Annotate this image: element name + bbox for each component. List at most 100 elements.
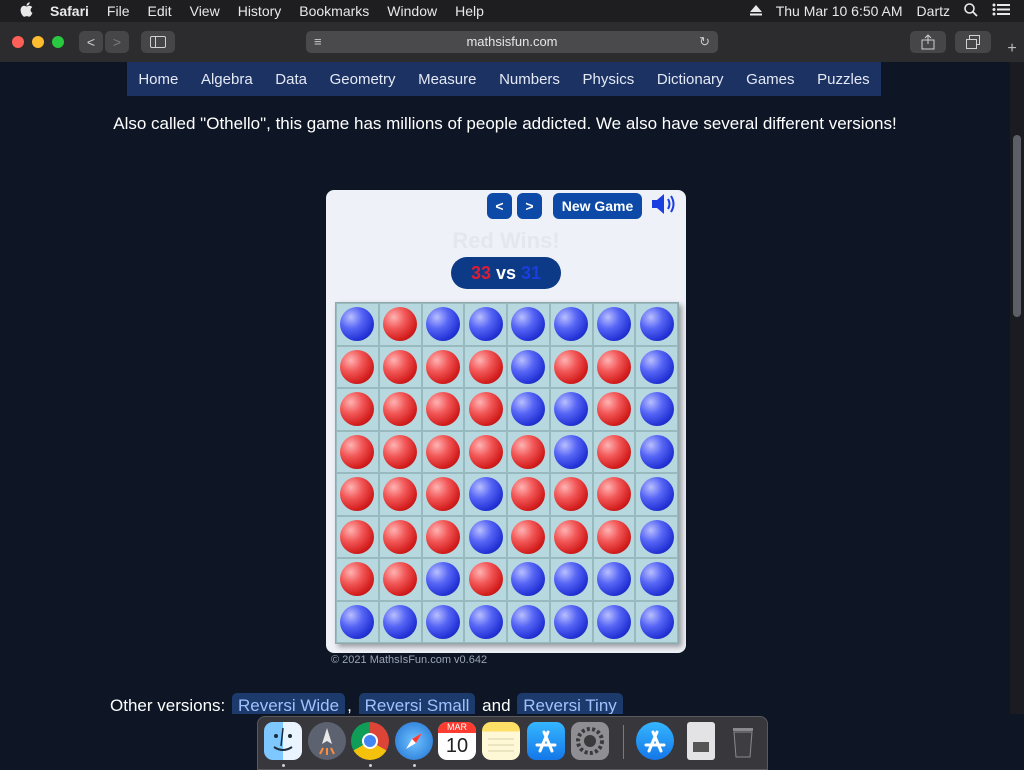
board-cell[interactable] bbox=[507, 345, 550, 388]
board-cell[interactable] bbox=[592, 600, 636, 643]
board-cell[interactable] bbox=[592, 430, 636, 473]
board-cell[interactable] bbox=[336, 303, 379, 346]
sidebar-toggle-button[interactable] bbox=[141, 31, 175, 53]
page-scrollbar-thumb[interactable] bbox=[1013, 135, 1021, 317]
board-cell[interactable] bbox=[549, 345, 593, 388]
reader-view-icon[interactable]: ≡ bbox=[314, 31, 322, 53]
next-move-button[interactable]: > bbox=[517, 193, 542, 219]
link-reversi-tiny[interactable]: Reversi Tiny bbox=[517, 693, 623, 714]
nav-numbers[interactable]: Numbers bbox=[499, 71, 560, 88]
prev-move-button[interactable]: < bbox=[487, 193, 512, 219]
board-cell[interactable] bbox=[592, 303, 636, 346]
menu-help[interactable]: Help bbox=[455, 3, 484, 19]
speaker-icon[interactable] bbox=[650, 192, 680, 216]
board-cell[interactable] bbox=[635, 600, 678, 643]
notification-center-icon[interactable] bbox=[992, 3, 1010, 19]
board-cell[interactable] bbox=[378, 430, 422, 473]
menu-edit[interactable]: Edit bbox=[147, 3, 171, 19]
finder-icon[interactable] bbox=[264, 722, 302, 760]
board-cell[interactable] bbox=[464, 430, 507, 473]
board-cell[interactable] bbox=[549, 430, 593, 473]
reload-icon[interactable]: ↻ bbox=[699, 31, 710, 53]
board-cell[interactable] bbox=[635, 515, 678, 558]
board-cell[interactable] bbox=[421, 303, 465, 346]
eject-icon[interactable] bbox=[749, 3, 762, 19]
new-game-button[interactable]: New Game bbox=[553, 193, 642, 219]
board-cell[interactable] bbox=[336, 473, 379, 516]
board-cell[interactable] bbox=[592, 558, 636, 601]
board-cell[interactable] bbox=[635, 473, 678, 516]
zoom-window-button[interactable] bbox=[52, 36, 64, 48]
board-cell[interactable] bbox=[336, 388, 379, 431]
downloads-icon[interactable] bbox=[636, 722, 674, 760]
nav-puzzles[interactable]: Puzzles bbox=[817, 71, 870, 88]
board-cell[interactable] bbox=[464, 388, 507, 431]
board-cell[interactable] bbox=[549, 388, 593, 431]
board-cell[interactable] bbox=[378, 558, 422, 601]
documents-icon[interactable] bbox=[687, 722, 715, 760]
chrome-icon[interactable] bbox=[351, 722, 389, 760]
board-cell[interactable] bbox=[464, 303, 507, 346]
share-button[interactable] bbox=[910, 31, 946, 53]
board-cell[interactable] bbox=[592, 345, 636, 388]
nav-games[interactable]: Games bbox=[746, 71, 794, 88]
board-cell[interactable] bbox=[635, 345, 678, 388]
tab-overview-button[interactable] bbox=[955, 31, 991, 53]
board-cell[interactable] bbox=[592, 388, 636, 431]
board-cell[interactable] bbox=[507, 600, 550, 643]
board-cell[interactable] bbox=[464, 558, 507, 601]
board-cell[interactable] bbox=[549, 473, 593, 516]
board-cell[interactable] bbox=[549, 515, 593, 558]
trash-icon[interactable] bbox=[724, 722, 762, 760]
link-reversi-wide[interactable]: Reversi Wide bbox=[232, 693, 346, 714]
board-cell[interactable] bbox=[378, 388, 422, 431]
menu-user[interactable]: Dartz bbox=[917, 3, 950, 19]
minimize-window-button[interactable] bbox=[32, 36, 44, 48]
back-button[interactable]: < bbox=[79, 31, 103, 53]
board-cell[interactable] bbox=[592, 515, 636, 558]
board-cell[interactable] bbox=[549, 303, 593, 346]
nav-home[interactable]: Home bbox=[138, 71, 178, 88]
nav-algebra[interactable]: Algebra bbox=[201, 71, 253, 88]
notes-icon[interactable] bbox=[482, 722, 520, 760]
board-cell[interactable] bbox=[592, 473, 636, 516]
board-cell[interactable] bbox=[635, 303, 678, 346]
board-cell[interactable] bbox=[378, 303, 422, 346]
board-cell[interactable] bbox=[378, 473, 422, 516]
address-bar[interactable]: ≡ mathsisfun.com ↻ bbox=[306, 31, 718, 53]
board-cell[interactable] bbox=[421, 388, 465, 431]
board-cell[interactable] bbox=[421, 345, 465, 388]
board-cell[interactable] bbox=[549, 558, 593, 601]
board-cell[interactable] bbox=[378, 515, 422, 558]
board-cell[interactable] bbox=[635, 558, 678, 601]
board-cell[interactable] bbox=[421, 515, 465, 558]
board-cell[interactable] bbox=[464, 473, 507, 516]
nav-measure[interactable]: Measure bbox=[418, 71, 476, 88]
board-cell[interactable] bbox=[635, 430, 678, 473]
board-cell[interactable] bbox=[635, 388, 678, 431]
launchpad-icon[interactable] bbox=[308, 722, 346, 760]
board-cell[interactable] bbox=[336, 600, 379, 643]
link-reversi-small[interactable]: Reversi Small bbox=[358, 693, 476, 714]
board-cell[interactable] bbox=[464, 600, 507, 643]
nav-physics[interactable]: Physics bbox=[583, 71, 635, 88]
forward-button[interactable]: > bbox=[105, 31, 129, 53]
safari-icon[interactable] bbox=[395, 722, 433, 760]
menu-history[interactable]: History bbox=[238, 3, 282, 19]
menu-view[interactable]: View bbox=[190, 3, 220, 19]
board-cell[interactable] bbox=[378, 345, 422, 388]
board-cell[interactable] bbox=[507, 473, 550, 516]
board-cell[interactable] bbox=[507, 430, 550, 473]
apple-icon[interactable] bbox=[20, 1, 33, 21]
nav-geometry[interactable]: Geometry bbox=[330, 71, 396, 88]
board-cell[interactable] bbox=[336, 345, 379, 388]
menu-file[interactable]: File bbox=[107, 3, 130, 19]
board-cell[interactable] bbox=[507, 388, 550, 431]
app-store-icon[interactable] bbox=[527, 722, 565, 760]
board-cell[interactable] bbox=[421, 558, 465, 601]
nav-data[interactable]: Data bbox=[275, 71, 307, 88]
board-cell[interactable] bbox=[336, 430, 379, 473]
board-cell[interactable] bbox=[464, 515, 507, 558]
board-cell[interactable] bbox=[507, 303, 550, 346]
board-cell[interactable] bbox=[421, 430, 465, 473]
